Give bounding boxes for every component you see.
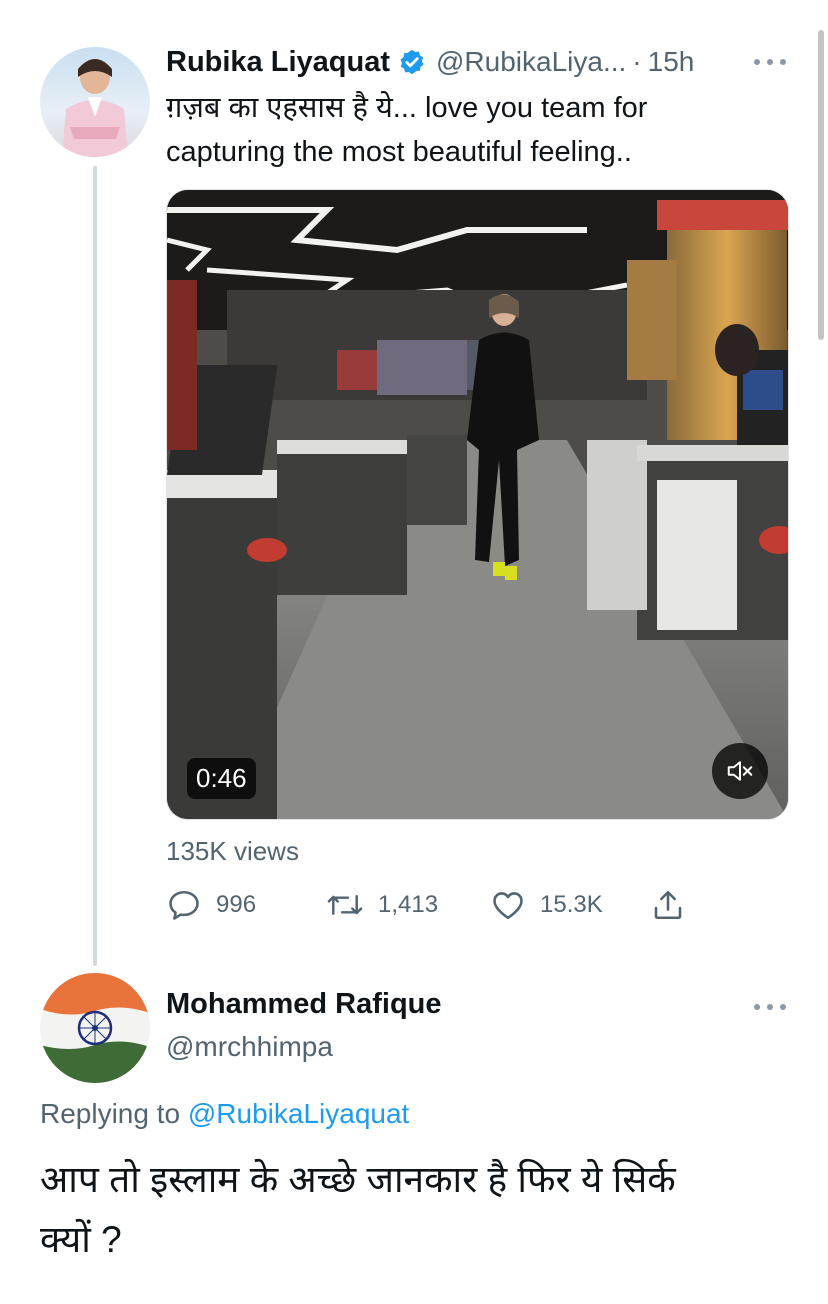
speaker-muted-icon bbox=[727, 761, 753, 781]
tweet-text-line: ग़ज़ब का एहसास है ये... love you team fo… bbox=[166, 92, 648, 124]
reply-author-handle[interactable]: @mrchhimpa bbox=[166, 1031, 333, 1063]
more-options-icon[interactable] bbox=[754, 1002, 786, 1012]
reply-button[interactable]: 996 bbox=[166, 886, 256, 924]
reply-count: 996 bbox=[216, 891, 257, 918]
author-handle[interactable]: @RubikaLiya... bbox=[436, 46, 626, 78]
retweet-button[interactable]: 1,413 bbox=[326, 886, 438, 924]
mute-toggle-button[interactable] bbox=[712, 743, 768, 799]
retweet-icon bbox=[327, 894, 363, 916]
reply-icon bbox=[169, 890, 199, 920]
reply-text: आप तो इस्लाम के अच्छे जानकार है फिर ये स… bbox=[40, 1150, 800, 1270]
reply-author-avatar[interactable] bbox=[40, 973, 150, 1083]
reply-author-name[interactable]: Mohammed Rafique bbox=[166, 988, 442, 1021]
share-icon bbox=[654, 890, 682, 920]
like-button[interactable]: 15.3K bbox=[490, 886, 603, 924]
replying-to-label: Replying to bbox=[40, 1098, 181, 1129]
reply-text-line: क्यों ? bbox=[40, 1219, 122, 1260]
verified-badge-icon bbox=[400, 49, 424, 75]
thread-connector-line bbox=[93, 166, 97, 966]
tweet-video[interactable]: 0:46 bbox=[166, 189, 789, 820]
page-scrollbar[interactable] bbox=[818, 30, 824, 340]
separator-dot: · bbox=[632, 46, 642, 77]
retweet-count: 1,413 bbox=[378, 891, 439, 918]
more-options-icon[interactable] bbox=[754, 57, 786, 67]
indian-flag-avatar-image bbox=[40, 973, 150, 1083]
heart-icon bbox=[493, 892, 523, 920]
tweet-text-line: capturing the most beautiful feeling.. bbox=[166, 136, 632, 168]
author-avatar[interactable] bbox=[40, 47, 150, 157]
view-count: 135K views bbox=[166, 836, 299, 866]
author-name[interactable]: Rubika Liyaquat bbox=[166, 46, 390, 79]
replying-to-mention-link[interactable]: @RubikaLiyaquat bbox=[188, 1098, 409, 1129]
author-avatar-image bbox=[62, 59, 128, 157]
replying-to-line: Replying to @RubikaLiyaquat bbox=[40, 1098, 409, 1130]
tweet-text: ग़ज़ब का एहसास है ये... love you team fo… bbox=[166, 86, 786, 174]
share-button[interactable] bbox=[650, 886, 686, 924]
reply-text-line: आप तो इस्लाम के अच्छे जानकार है फिर ये स… bbox=[40, 1159, 676, 1200]
video-frame bbox=[167, 190, 788, 819]
video-duration: 0:46 bbox=[187, 758, 256, 799]
tweet-header: Rubika Liyaquat @RubikaLiya... · 15h bbox=[166, 42, 694, 82]
like-count: 15.3K bbox=[540, 891, 603, 918]
tweet-time[interactable]: 15h bbox=[648, 46, 695, 78]
